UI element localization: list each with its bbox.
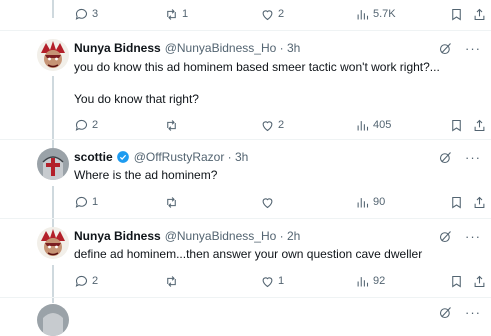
reply-button[interactable]: 1 [74,192,98,212]
like-button[interactable]: 2 [260,115,284,135]
repost-icon [167,8,176,20]
heart-icon [262,197,273,208]
thread-line [52,0,54,18]
more-options-icon[interactable]: ··· [465,306,481,319]
reply-icon [75,196,88,208]
reply-button[interactable]: 3 [74,4,98,24]
tweet-text: you do know this ad hominem based smeer … [74,60,440,74]
bookmark-button[interactable] [449,115,464,135]
repost-icon [167,119,176,131]
grok-icon[interactable] [438,150,453,165]
heart-icon [262,9,273,20]
share-button[interactable] [472,115,487,135]
bookmark-button[interactable] [449,4,464,24]
avatar[interactable] [37,227,69,259]
views-button[interactable]: 405 [355,115,391,135]
tweet-header: Nunya Bidness @NunyaBidness_Ho · 2h [74,229,300,243]
grok-icon[interactable] [438,41,453,56]
repost-button[interactable] [164,115,179,135]
avatar[interactable] [37,304,69,336]
share-button[interactable] [472,271,487,291]
views-icon [357,9,369,19]
tweet-text: define ad hominem...then answer your own… [74,247,423,261]
share-button[interactable] [472,192,487,212]
heart-icon [262,120,273,131]
grok-icon[interactable] [438,305,453,320]
tweet-header: Nunya Bidness @NunyaBidness_Ho · 3h [74,41,300,55]
display-name[interactable]: scottie [74,150,113,164]
repost-count: 1 [182,8,189,20]
display-name[interactable]: Nunya Bidness [74,41,161,55]
views-count: 90 [373,196,386,208]
reply-icon [75,275,88,287]
bookmark-button[interactable] [449,192,464,212]
like-count: 1 [278,275,285,287]
divider [0,297,491,298]
like-button[interactable]: 1 [260,271,284,291]
reply-button[interactable]: 2 [74,271,98,291]
views-count: 92 [373,275,386,287]
bookmark-icon [452,275,461,287]
like-button[interactable]: 2 [260,4,284,24]
avatar[interactable] [37,148,69,180]
reply-count: 1 [92,196,99,208]
share-icon [474,196,485,208]
bookmark-icon [452,8,461,20]
tweet[interactable]: Nunya Bidness @NunyaBidness_Ho · 2h ··· … [0,219,491,299]
repost-button[interactable] [164,192,179,212]
bookmark-icon [452,196,461,208]
tweet-action-bar: 1 90 [74,192,491,212]
tweet-menu: ··· [438,41,481,56]
repost-button[interactable] [164,271,179,291]
more-options-icon[interactable]: ··· [465,42,481,55]
views-button[interactable]: 90 [355,192,385,212]
views-icon [357,120,369,130]
reply-count: 3 [92,8,99,20]
views-button[interactable]: 5.7K [355,4,396,24]
bookmark-button[interactable] [449,271,464,291]
reply-count: 2 [92,275,99,287]
tweet-menu: ··· [438,305,481,320]
views-count: 405 [373,119,392,131]
views-count: 5.7K [373,8,396,20]
bookmark-icon [452,119,461,131]
tweet-header: scottie @OffRustyRazor · 3h [74,150,248,164]
share-icon [474,119,485,131]
tweet-text: You do know that right? [74,92,199,106]
tweet-text: Where is the ad hominem? [74,168,218,182]
handle-time[interactable]: @NunyaBidness_Ho · 2h [165,229,301,243]
reply-icon [75,8,88,20]
tweet[interactable]: Nunya Bidness @NunyaBidness_Ho · 3h ··· … [0,31,491,137]
reply-count: 2 [92,119,99,131]
share-icon [474,8,485,20]
share-button[interactable] [472,4,487,24]
tweet-action-bar: 3 1 2 5.7K [74,4,491,24]
display-name[interactable]: Nunya Bidness [74,229,161,243]
more-options-icon[interactable]: ··· [465,230,481,243]
reply-button[interactable]: 2 [74,115,98,135]
repost-icon [167,196,176,208]
more-options-icon[interactable]: ··· [465,151,481,164]
verified-badge-icon[interactable] [116,150,130,164]
tweet-action-bar: 2 1 92 [74,271,491,291]
views-icon [357,197,369,207]
like-count: 2 [278,119,285,131]
tweet-action-bar: 2 2 405 [74,115,491,135]
handle-time[interactable]: @OffRustyRazor · 3h [134,150,249,164]
views-icon [357,276,369,286]
repost-button[interactable]: 1 [164,4,188,24]
avatar[interactable] [37,39,69,71]
tweet[interactable]: scottie @OffRustyRazor · 3h ··· Where is… [0,140,491,220]
handle-time[interactable]: @NunyaBidness_Ho · 3h [165,41,301,55]
like-button[interactable] [260,192,275,212]
views-button[interactable]: 92 [355,271,385,291]
like-count: 2 [278,8,285,20]
tweet-menu: ··· [438,150,481,165]
grok-icon[interactable] [438,229,453,244]
repost-icon [167,275,176,287]
reply-icon [75,119,88,131]
share-icon [474,275,485,287]
tweet-menu: ··· [438,229,481,244]
heart-icon [262,276,273,287]
